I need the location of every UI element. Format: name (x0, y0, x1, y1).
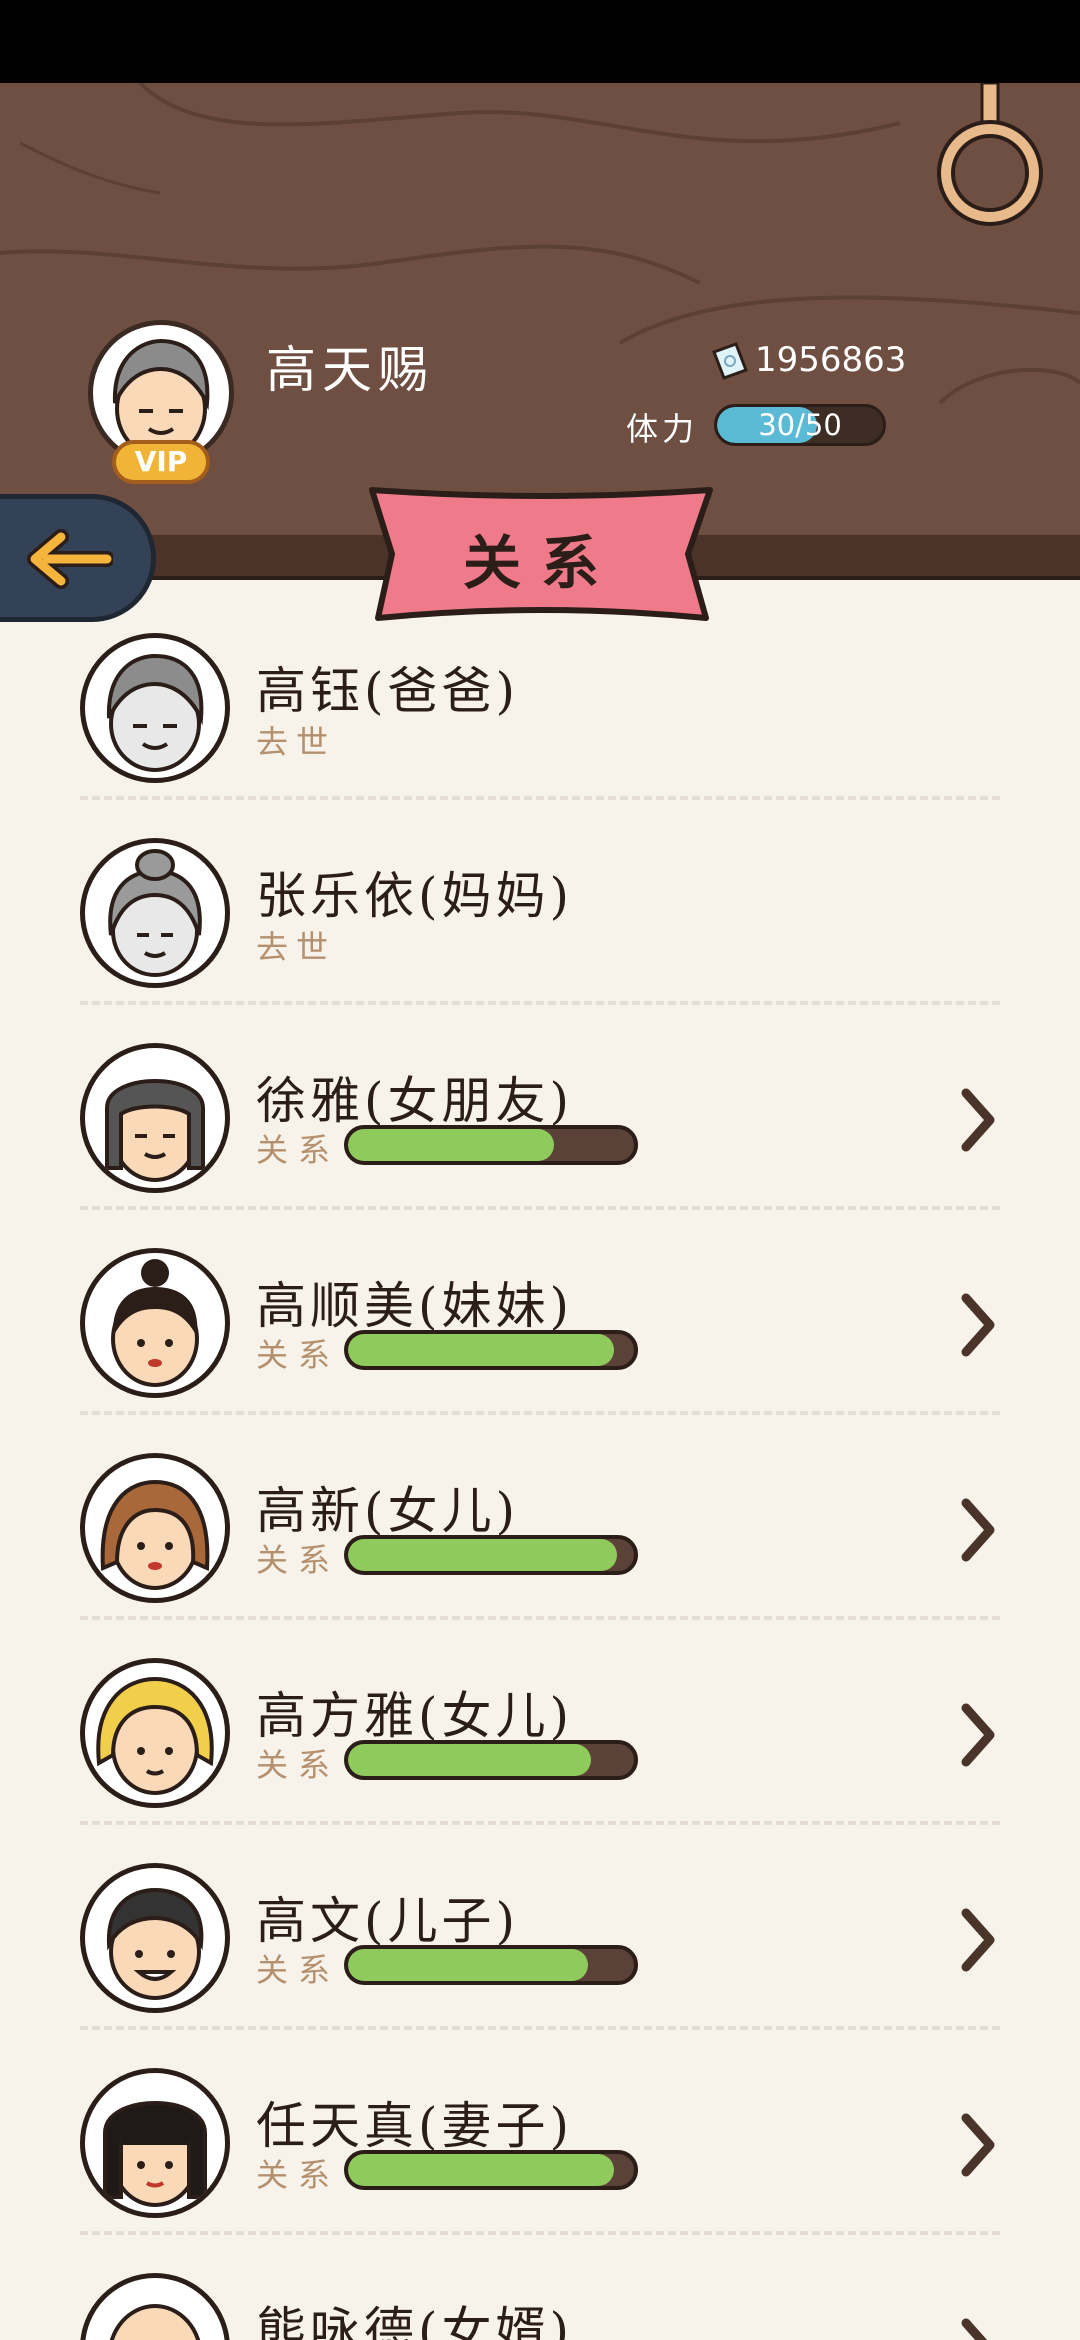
relation-bar-fill (348, 1949, 589, 1981)
woman-face-icon (105, 1079, 205, 1182)
relation-bar-fill (348, 1129, 554, 1161)
relation-bar (344, 1125, 638, 1165)
chevron-right-icon[interactable] (958, 2110, 998, 2180)
relation-row[interactable]: 张乐依(妈妈) 去世 (80, 800, 1000, 1005)
vip-badge: VIP (112, 440, 210, 484)
hanging-ring-icon (937, 83, 1043, 226)
player-name: 高天赐 (266, 341, 434, 399)
status-bar (0, 0, 1080, 83)
relation-name: 徐雅(女朋友) (256, 1072, 574, 1130)
wife-face-icon (103, 2101, 207, 2207)
girl-face-icon (111, 1259, 199, 1387)
avatar (80, 1043, 230, 1193)
relation-label: 关系 (256, 2156, 341, 2194)
banknote-icon (712, 342, 748, 380)
relation-name: 高方雅(女儿) (256, 1687, 574, 1745)
chevron-right-icon[interactable] (958, 2315, 998, 2340)
relation-label: 关系 (256, 1336, 341, 1374)
relation-bar-fill (348, 1539, 617, 1571)
stamina-text: 30/50 (758, 408, 842, 442)
avatar (80, 1248, 230, 1398)
back-button[interactable] (0, 494, 156, 622)
arrow-left-icon (27, 529, 113, 589)
relation-bar (344, 1945, 638, 1985)
chevron-right-icon[interactable] (958, 1700, 998, 1770)
bald-man-face-icon (109, 2304, 201, 2340)
relation-bar (344, 1330, 638, 1370)
relation-row[interactable]: 高文(儿子) 关系 (80, 1825, 1000, 2030)
avatar (80, 633, 230, 783)
relation-bar (344, 1740, 638, 1780)
relation-row[interactable]: 高钰(爸爸) 去世 (80, 625, 1000, 800)
avatar (80, 1863, 230, 2013)
relation-label: 关系 (256, 1541, 341, 1579)
relation-name: 熊咏德(女婿) (256, 2302, 574, 2340)
money-amount: 1956863 (755, 340, 907, 380)
chevron-right-icon[interactable] (958, 1085, 998, 1155)
old-woman-face-icon (108, 849, 202, 977)
relation-name: 张乐依(妈妈) (256, 867, 574, 925)
boy-face-icon (106, 1887, 204, 2000)
relation-bar-fill (348, 2154, 614, 2186)
relation-row[interactable]: 高顺美(妹妹) 关系 (80, 1210, 1000, 1415)
relation-bar (344, 1535, 638, 1575)
relation-row[interactable]: 高方雅(女儿) 关系 (80, 1620, 1000, 1825)
stamina-label: 体力 (626, 410, 699, 448)
relation-row[interactable]: 任天真(妻子) 关系 (80, 2030, 1000, 2235)
relation-name: 高顺美(妹妹) (256, 1277, 574, 1335)
chevron-right-icon[interactable] (958, 1905, 998, 1975)
relation-row[interactable]: 熊咏德(女婿) 关系 (80, 2235, 1000, 2340)
relation-name: 高文(儿子) (256, 1892, 520, 1950)
relation-status: 去世 (256, 723, 337, 761)
relation-row[interactable]: 徐雅(女朋友) 关系 (80, 1005, 1000, 1210)
relation-label: 关系 (256, 1131, 341, 1169)
brown-hair-girl-face-icon (100, 1479, 210, 1590)
chevron-right-icon[interactable] (958, 1290, 998, 1360)
relation-name: 高钰(爸爸) (256, 662, 520, 720)
relation-row[interactable]: 高新(女儿) 关系 (80, 1415, 1000, 1620)
relation-bar (344, 2150, 638, 2190)
relation-label: 关系 (256, 1746, 341, 1784)
relation-bar-fill (348, 1334, 614, 1366)
stamina-bar: 30/50 (714, 404, 886, 446)
chevron-right-icon[interactable] (958, 1495, 998, 1565)
relation-bar-fill (348, 1744, 592, 1776)
old-man-face-icon (106, 653, 204, 772)
avatar (80, 1453, 230, 1603)
relation-name: 高新(女儿) (256, 1482, 520, 1540)
avatar (80, 838, 230, 988)
blonde-girl-face-icon (96, 1676, 214, 1795)
relation-name: 任天真(妻子) (256, 2097, 574, 2155)
avatar (80, 1658, 230, 1808)
relation-label: 关系 (256, 1951, 341, 1989)
avatar (80, 2068, 230, 2218)
relations-list: 高钰(爸爸) 去世 张乐依(妈妈) 去世 徐雅(女朋友) 关系 高顺美(妹妹) … (0, 625, 1080, 2340)
relation-status: 去世 (256, 928, 337, 966)
avatar (80, 2273, 230, 2340)
page-title: 关系 (462, 529, 619, 597)
